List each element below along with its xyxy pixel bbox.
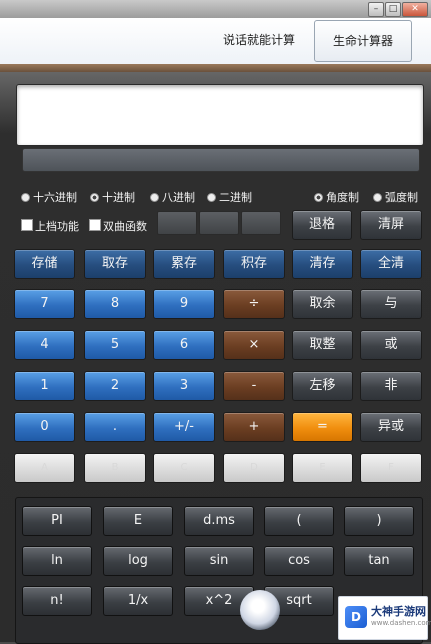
ln-button[interactable]: ln (22, 546, 92, 576)
cos-button[interactable]: cos (264, 546, 334, 576)
radio-radian[interactable]: 弧度制 (373, 191, 418, 205)
tan-button[interactable]: tan (344, 546, 414, 576)
left-shift-button[interactable]: 左移 (292, 371, 353, 401)
body-trim (0, 64, 431, 72)
digit-2-button[interactable]: 2 (84, 371, 146, 401)
sin-button[interactable]: sin (184, 546, 254, 576)
e-button[interactable]: E (103, 506, 173, 536)
backspace-button[interactable]: 退格 (292, 210, 352, 240)
and-button[interactable]: 与 (360, 289, 422, 319)
memory-slot (241, 211, 281, 235)
radio-label: 十六进制 (33, 191, 77, 204)
windows-logo-icon (240, 590, 280, 630)
integer-button[interactable]: 取整 (292, 330, 353, 360)
hex-a-button[interactable]: A (14, 453, 75, 483)
radio-oct[interactable]: 八进制 (150, 191, 195, 205)
radio-degree[interactable]: 角度制 (314, 191, 359, 205)
watermark-title: 大神手游网 (371, 605, 426, 618)
hex-f-button[interactable]: F (360, 453, 422, 483)
digit-1-button[interactable]: 1 (14, 371, 75, 401)
equals-button[interactable]: = (292, 412, 353, 442)
minimize-button[interactable]: – (368, 2, 384, 17)
digit-4-button[interactable]: 4 (14, 330, 75, 360)
not-button[interactable]: 非 (360, 371, 422, 401)
or-button[interactable]: 或 (360, 330, 422, 360)
checkbox-hyper[interactable]: 双曲函数 (89, 219, 147, 233)
recall-button[interactable]: 取存 (84, 249, 146, 279)
checkbox-label: 双曲函数 (103, 220, 147, 233)
watermark-badge: D 大神手游网 www.dashen.com (338, 596, 431, 640)
watermark-url: www.dashen.com (371, 619, 431, 627)
memory-add-button[interactable]: 累存 (153, 249, 215, 279)
radio-dot-icon (314, 193, 323, 202)
memory-clear-button[interactable]: 清存 (292, 249, 353, 279)
left-paren-button[interactable]: ( (264, 506, 334, 536)
decimal-button[interactable]: . (84, 412, 146, 442)
main-display (16, 84, 424, 146)
right-paren-button[interactable]: ) (344, 506, 414, 536)
factorial-button[interactable]: n! (22, 586, 92, 616)
window-titlebar: – □ ✕ (0, 0, 431, 18)
life-calc-link[interactable]: 生命计算器 (314, 20, 412, 62)
digit-9-button[interactable]: 9 (153, 289, 215, 319)
checkbox-upper[interactable]: 上档功能 (21, 219, 79, 233)
dms-button[interactable]: d.ms (184, 506, 254, 536)
digit-6-button[interactable]: 6 (153, 330, 215, 360)
digit-3-button[interactable]: 3 (153, 371, 215, 401)
memory-display (22, 148, 420, 172)
hex-c-button[interactable]: C (153, 453, 215, 483)
sign-button[interactable]: +/- (153, 412, 215, 442)
store-button[interactable]: 存储 (14, 249, 75, 279)
pi-button[interactable]: PI (22, 506, 92, 536)
hex-b-button[interactable]: B (84, 453, 146, 483)
close-button[interactable]: ✕ (402, 2, 428, 17)
top-link-strip: 说话就能计算 生命计算器 (0, 18, 431, 65)
memory-mul-button[interactable]: 积存 (223, 249, 285, 279)
add-button[interactable]: + (223, 412, 285, 442)
radio-dot-icon (207, 193, 216, 202)
radio-label: 十进制 (102, 191, 135, 204)
multiply-button[interactable]: × (223, 330, 285, 360)
reciprocal-button[interactable]: 1/x (103, 586, 173, 616)
checkbox-label: 上档功能 (35, 220, 79, 233)
radio-hex[interactable]: 十六进制 (21, 191, 77, 205)
digit-8-button[interactable]: 8 (84, 289, 146, 319)
radio-dot-icon (90, 193, 99, 202)
radio-label: 八进制 (162, 191, 195, 204)
memory-slot (199, 211, 239, 235)
hex-e-button[interactable]: E (292, 453, 353, 483)
maximize-button[interactable]: □ (385, 2, 401, 17)
radio-dot-icon (373, 193, 382, 202)
clear-screen-button[interactable]: 清屏 (360, 210, 422, 240)
radio-label: 弧度制 (385, 191, 418, 204)
digit-5-button[interactable]: 5 (84, 330, 146, 360)
divide-button[interactable]: ÷ (223, 289, 285, 319)
radio-bin[interactable]: 二进制 (207, 191, 252, 205)
radio-label: 角度制 (326, 191, 359, 204)
log-button[interactable]: log (103, 546, 173, 576)
radio-dot-icon (150, 193, 159, 202)
voice-calc-link[interactable]: 说话就能计算 (214, 18, 304, 62)
hex-d-button[interactable]: D (223, 453, 285, 483)
xor-button[interactable]: 异或 (360, 412, 422, 442)
radio-dec[interactable]: 十进制 (90, 191, 135, 205)
subtract-button[interactable]: - (223, 371, 285, 401)
radio-dot-icon (21, 193, 30, 202)
memory-slot (157, 211, 197, 235)
radio-label: 二进制 (219, 191, 252, 204)
clear-all-button[interactable]: 全清 (360, 249, 422, 279)
digit-0-button[interactable]: 0 (14, 412, 75, 442)
digit-7-button[interactable]: 7 (14, 289, 75, 319)
checkbox-icon (89, 219, 101, 231)
mod-button[interactable]: 取余 (292, 289, 353, 319)
checkbox-icon (21, 219, 33, 231)
watermark-logo-icon: D (345, 606, 367, 628)
